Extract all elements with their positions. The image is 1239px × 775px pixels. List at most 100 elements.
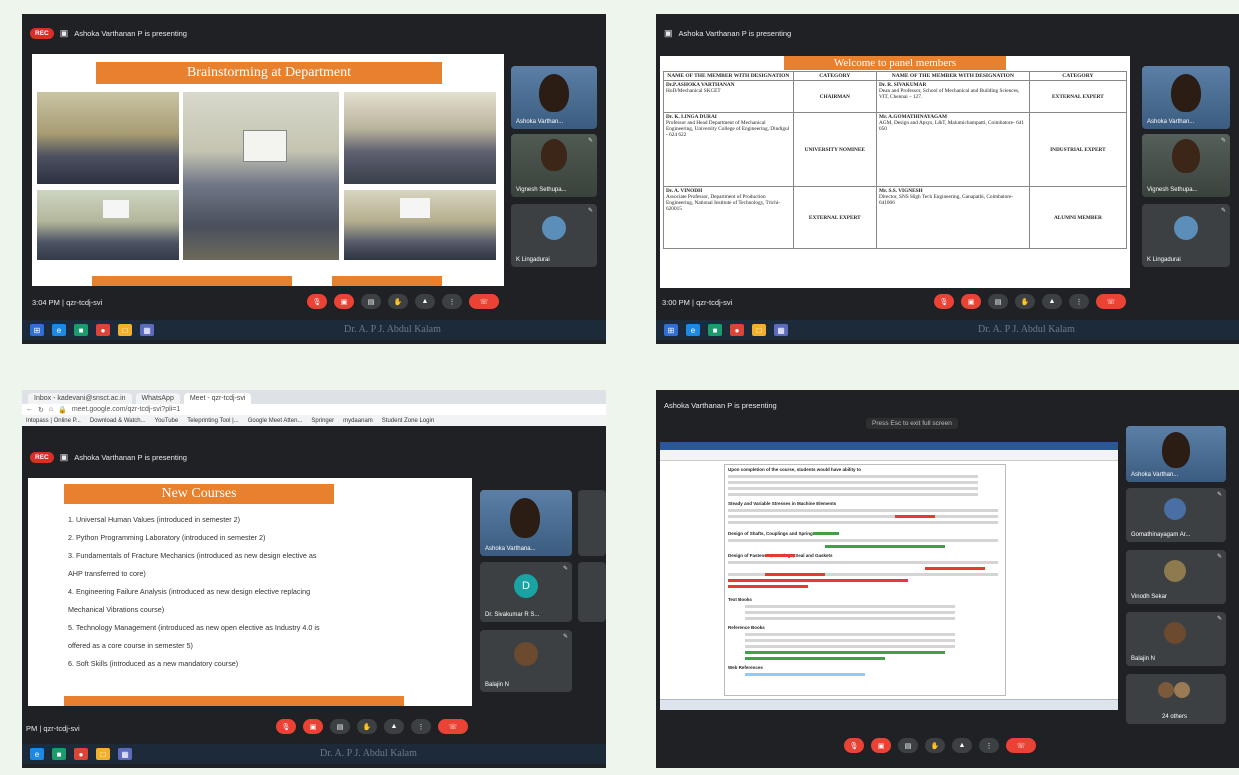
participant-tile[interactable]: ✎ K Lingadurai: [511, 204, 597, 267]
folder-icon[interactable]: □: [118, 324, 132, 336]
captions-button[interactable]: ▤: [988, 294, 1008, 309]
presenting-bar: ▣ Ashoka Varthanan P is presenting: [656, 24, 791, 42]
participant-tile[interactable]: Ashoka Varthan...: [511, 66, 597, 129]
camera-off-button[interactable]: ▣: [961, 294, 981, 309]
end-call-button[interactable]: ☏: [438, 719, 468, 734]
end-call-button[interactable]: ☏: [1006, 738, 1036, 753]
app-icon[interactable]: ▦: [118, 748, 132, 760]
mic-off-button[interactable]: 🎙: [934, 294, 954, 309]
end-call-button[interactable]: ☏: [1096, 294, 1126, 309]
raise-hand-button[interactable]: ✋: [388, 294, 408, 309]
bookmark-item[interactable]: YouTube: [155, 418, 179, 424]
app-icon[interactable]: ▦: [140, 324, 154, 336]
back-icon[interactable]: ←: [26, 406, 33, 413]
pin-icon[interactable]: ✎: [588, 207, 593, 214]
bookmark-item[interactable]: Google Meet Atten...: [248, 418, 303, 424]
camera-off-button[interactable]: ▣: [303, 719, 323, 734]
participant-tile[interactable]: ✎ Gomathinayagam Ar...: [1126, 488, 1226, 542]
member-designation: Director, SNS High Tech Engineering, Gan…: [878, 194, 1014, 206]
pin-icon[interactable]: ✎: [563, 633, 568, 640]
participant-tile-partial[interactable]: [578, 490, 606, 556]
app-icon[interactable]: ▦: [774, 324, 788, 336]
bookmark-item[interactable]: mydaanam: [343, 418, 373, 424]
list-item: 6. Soft Skills (introduced as a new mand…: [68, 659, 239, 668]
pin-icon[interactable]: ✎: [1217, 553, 1222, 560]
more-options-button[interactable]: ⋮: [411, 719, 431, 734]
bookmark-item[interactable]: Teleprinting Tool |...: [187, 418, 238, 424]
chrome-icon[interactable]: ●: [96, 324, 110, 336]
participant-avatar: D: [514, 574, 538, 598]
pin-icon[interactable]: ✎: [1221, 137, 1226, 144]
edge-icon[interactable]: e: [686, 324, 700, 336]
camera-off-button[interactable]: ▣: [334, 294, 354, 309]
meet-window-brainstorming: REC ▣ Ashoka Varthanan P is presenting B…: [22, 14, 606, 344]
present-button[interactable]: ▲: [1042, 294, 1062, 309]
end-call-button[interactable]: ☏: [469, 294, 499, 309]
present-button[interactable]: ▲: [415, 294, 435, 309]
folder-icon[interactable]: □: [96, 748, 110, 760]
raise-hand-button[interactable]: ✋: [925, 738, 945, 753]
edge-icon[interactable]: e: [52, 324, 66, 336]
pin-icon[interactable]: ✎: [1217, 491, 1222, 498]
browser-tab[interactable]: Inbox - kadevani@snsct.ac.in: [28, 393, 132, 404]
start-icon[interactable]: ⊞: [664, 324, 678, 336]
bookmark-item[interactable]: Download & Watch...: [90, 418, 146, 424]
more-options-button[interactable]: ⋮: [442, 294, 462, 309]
participant-tile-partial[interactable]: [578, 562, 606, 622]
participant-tile[interactable]: ✎ Balajin N: [480, 630, 572, 692]
browser-tab[interactable]: Meet - qzr-tcdj-svi: [183, 393, 252, 404]
browser-tab[interactable]: WhatsApp: [135, 393, 180, 404]
reload-icon[interactable]: ↻: [38, 406, 44, 414]
captions-button[interactable]: ▤: [898, 738, 918, 753]
edge-icon[interactable]: e: [30, 748, 44, 760]
folder-icon[interactable]: □: [752, 324, 766, 336]
participant-tile[interactable]: D ✎ Dr. Sivakumar R S...: [480, 562, 572, 622]
more-options-button[interactable]: ⋮: [979, 738, 999, 753]
browser-chrome: Inbox - kadevani@snsct.ac.in WhatsApp Me…: [22, 390, 606, 426]
mic-off-button[interactable]: 🎙: [276, 719, 296, 734]
mic-off-button[interactable]: 🎙: [307, 294, 327, 309]
raise-hand-button[interactable]: ✋: [1015, 294, 1035, 309]
store-icon[interactable]: ■: [708, 324, 722, 336]
participant-face: [541, 139, 567, 171]
pin-icon[interactable]: ✎: [1221, 207, 1226, 214]
bookmark-item[interactable]: Intopass | Online P...: [26, 418, 81, 424]
store-icon[interactable]: ■: [52, 748, 66, 760]
bookmark-item[interactable]: Student Zone Login: [382, 418, 434, 424]
participant-tile[interactable]: ✎ K Lingadurai: [1142, 204, 1230, 267]
present-button[interactable]: ▲: [384, 719, 404, 734]
member-designation: Professor and Head Department of Mechani…: [666, 120, 790, 138]
participant-tile[interactable]: Ashoka Varthan...: [1142, 66, 1230, 129]
camera-off-button[interactable]: ▣: [871, 738, 891, 753]
participant-avatar: [1158, 682, 1174, 698]
participant-tile[interactable]: ✎ Vignesh Sethupa...: [511, 134, 597, 197]
participant-tile[interactable]: ✎ Vinodh Sekar: [1126, 550, 1226, 604]
doc-heading: Reference Books: [728, 625, 765, 630]
url-text[interactable]: meet.google.com/qzr-tcdj-svi?pli=1: [72, 406, 180, 413]
slide-title: Brainstorming at Department: [96, 62, 442, 84]
participant-face: [539, 74, 569, 112]
participant-tile[interactable]: ✎ Vignesh Sethupa...: [1142, 134, 1230, 197]
participant-tile[interactable]: Ashoka Varthan...: [1126, 426, 1226, 482]
home-icon[interactable]: ⌂: [49, 406, 53, 413]
more-options-button[interactable]: ⋮: [1069, 294, 1089, 309]
mic-off-button[interactable]: 🎙: [844, 738, 864, 753]
raise-hand-button[interactable]: ✋: [357, 719, 377, 734]
pin-icon[interactable]: ✎: [1217, 615, 1222, 622]
captions-button[interactable]: ▤: [361, 294, 381, 309]
address-bar[interactable]: ← ↻ ⌂ 🔒 meet.google.com/qzr-tcdj-svi?pli…: [22, 404, 606, 415]
pin-icon[interactable]: ✎: [588, 137, 593, 144]
bookmark-item[interactable]: Springer: [311, 418, 334, 424]
captions-button[interactable]: ▤: [330, 719, 350, 734]
participant-name: Balajin N: [1131, 656, 1156, 662]
store-icon[interactable]: ■: [74, 324, 88, 336]
chrome-icon[interactable]: ●: [74, 748, 88, 760]
presenting-bar: Ashoka Varthanan P is presenting: [656, 396, 777, 414]
pin-icon[interactable]: ✎: [563, 565, 568, 572]
participant-tile[interactable]: Ashoka Varthana...: [480, 490, 572, 556]
participant-tile[interactable]: ✎ Balajin N: [1126, 612, 1226, 666]
start-icon[interactable]: ⊞: [30, 324, 44, 336]
present-button[interactable]: ▲: [952, 738, 972, 753]
chrome-icon[interactable]: ●: [730, 324, 744, 336]
participant-tile[interactable]: 24 others: [1126, 674, 1226, 724]
